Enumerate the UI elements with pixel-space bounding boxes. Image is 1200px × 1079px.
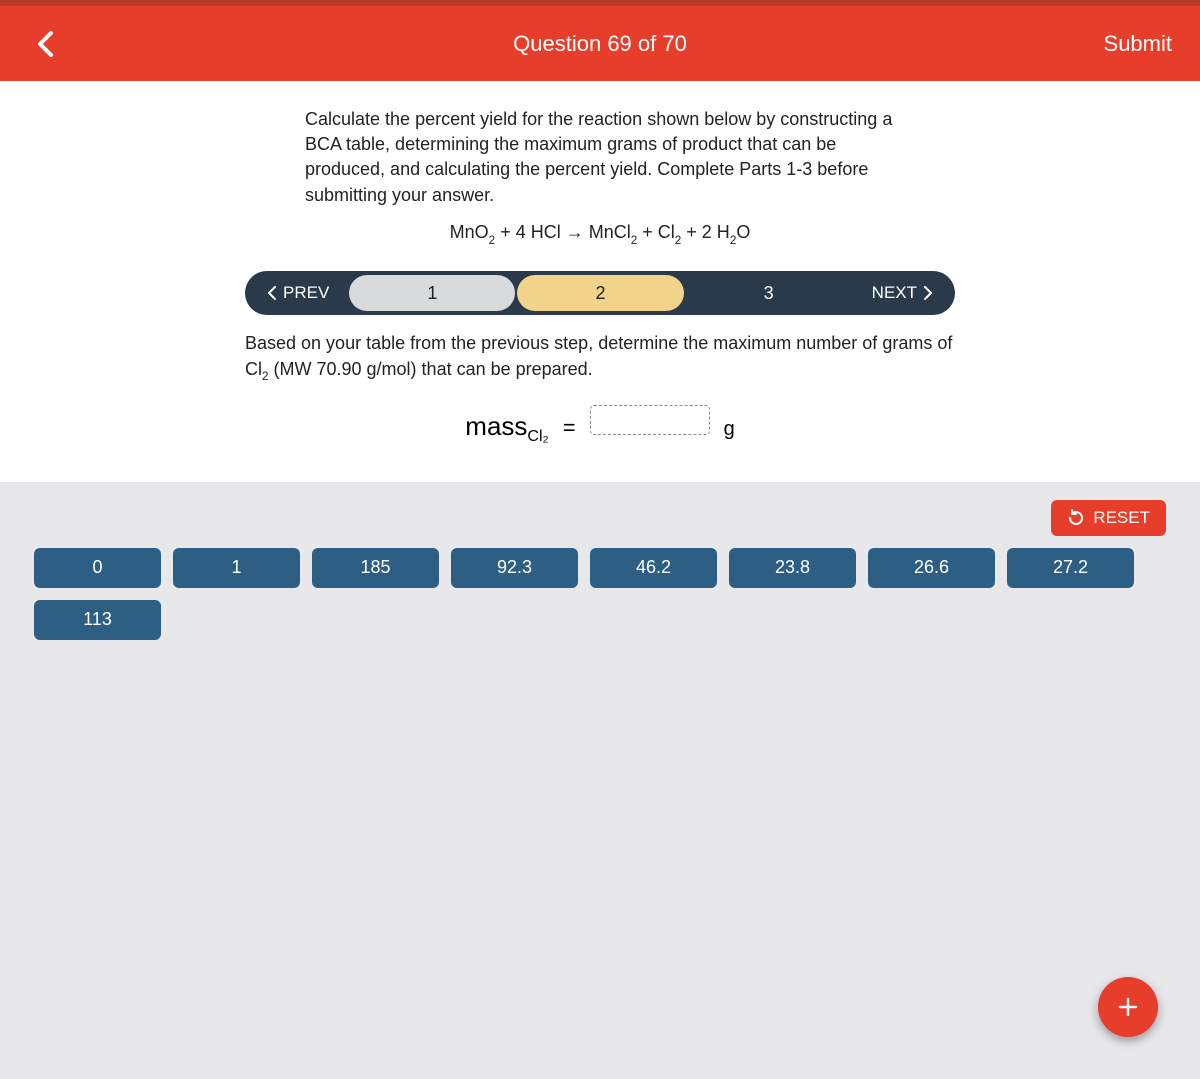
answer-tile[interactable]: 0 bbox=[34, 548, 161, 588]
chemical-equation: MnO2 + 4 HCl → MnCl2 + Cl2 + 2 H2O bbox=[245, 222, 955, 246]
mass-unit: g bbox=[724, 418, 735, 441]
answer-tile[interactable]: 1 bbox=[173, 548, 300, 588]
prev-step-button[interactable]: PREV bbox=[249, 283, 347, 303]
step-1[interactable]: 1 bbox=[349, 275, 515, 311]
add-fab[interactable] bbox=[1098, 977, 1158, 1037]
answer-tile[interactable]: 26.6 bbox=[868, 548, 995, 588]
step-3[interactable]: 3 bbox=[686, 275, 852, 311]
answer-tile[interactable]: 113 bbox=[34, 600, 161, 640]
step-instruction: Based on your table from the previous st… bbox=[245, 331, 955, 384]
reset-button[interactable]: RESET bbox=[1051, 500, 1166, 536]
reset-icon bbox=[1067, 509, 1085, 527]
next-step-button[interactable]: NEXT bbox=[854, 283, 951, 303]
mass-equation: massCl₂ = g bbox=[245, 405, 955, 446]
app-header: Question 69 of 70 Submit bbox=[0, 6, 1200, 81]
answer-tile[interactable]: 23.8 bbox=[729, 548, 856, 588]
back-button[interactable] bbox=[28, 26, 64, 62]
answer-tile[interactable]: 185 bbox=[312, 548, 439, 588]
chevron-left-icon bbox=[35, 30, 57, 58]
chevron-left-icon bbox=[267, 286, 277, 300]
submit-button[interactable]: Submit bbox=[1104, 31, 1172, 57]
question-prompt: Calculate the percent yield for the reac… bbox=[305, 107, 895, 208]
question-panel: Calculate the percent yield for the reac… bbox=[0, 81, 1200, 482]
answer-tiles: 0 1 185 92.3 46.2 23.8 26.6 27.2 113 bbox=[34, 548, 1166, 640]
step-2[interactable]: 2 bbox=[517, 275, 683, 311]
question-counter: Question 69 of 70 bbox=[513, 31, 687, 57]
mass-label: massCl₂ bbox=[465, 411, 548, 446]
plus-icon bbox=[1117, 996, 1139, 1018]
equals-sign: = bbox=[563, 415, 576, 441]
answer-tile[interactable]: 92.3 bbox=[451, 548, 578, 588]
step-nav: PREV 1 2 3 NEXT bbox=[245, 271, 955, 315]
chevron-right-icon bbox=[923, 286, 933, 300]
answer-tile[interactable]: 27.2 bbox=[1007, 548, 1134, 588]
mass-input-dropzone[interactable] bbox=[590, 405, 710, 435]
answer-tile[interactable]: 46.2 bbox=[590, 548, 717, 588]
answer-tile-area: RESET 0 1 185 92.3 46.2 23.8 26.6 27.2 1… bbox=[0, 482, 1200, 658]
